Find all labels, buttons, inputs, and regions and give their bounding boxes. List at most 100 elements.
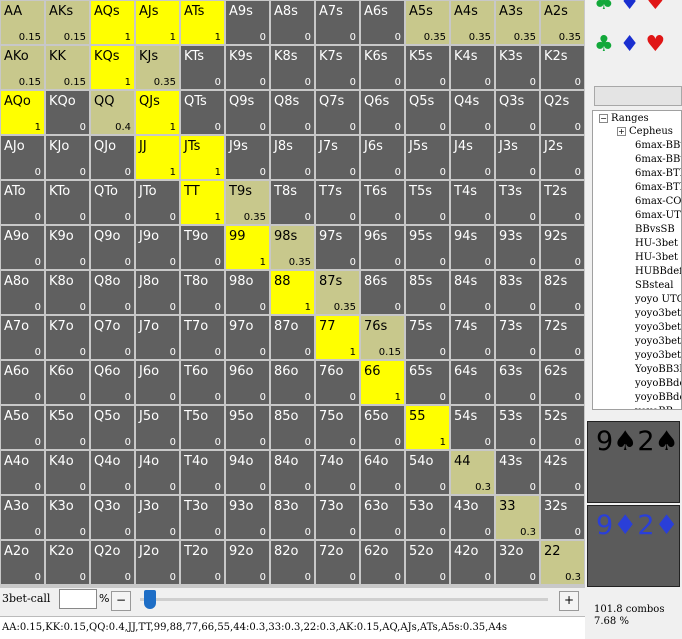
range-cell[interactable]: 82o 0	[271, 541, 314, 584]
range-cell[interactable]: 75s 0	[406, 316, 449, 359]
percent-slider-track[interactable]	[140, 598, 548, 601]
range-cell[interactable]: J2o 0	[136, 541, 179, 584]
suit-row-top[interactable]: ♣ ♦ ♥	[594, 0, 671, 15]
range-cell[interactable]: TT 1	[181, 181, 224, 224]
tree-item[interactable]: yoyoBBde	[635, 391, 681, 404]
range-cell[interactable]: J3s 0	[496, 136, 539, 179]
range-cell[interactable]: 22 0.3	[541, 541, 584, 584]
range-cell[interactable]: AA 0.15	[1, 1, 44, 44]
range-cell[interactable]: QTo 0	[91, 181, 134, 224]
range-cell[interactable]: 98o 0	[226, 271, 269, 314]
range-cell[interactable]: 44 0.3	[451, 451, 494, 494]
range-cell[interactable]: 77 1	[316, 316, 359, 359]
range-cell[interactable]: AQo 1	[1, 91, 44, 134]
range-cell[interactable]: Q8s 0	[271, 91, 314, 134]
tree-item[interactable]: 6max-BTN	[635, 181, 681, 194]
range-cell[interactable]: J7o 0	[136, 316, 179, 359]
range-cell[interactable]: 53o 0	[406, 496, 449, 539]
range-cell[interactable]: Q7o 0	[91, 316, 134, 359]
range-cell[interactable]: T9s 0.35	[226, 181, 269, 224]
range-cell[interactable]: AKo 0.15	[1, 46, 44, 89]
range-cell[interactable]: 74o 0	[316, 451, 359, 494]
range-cell[interactable]: 33 0.3	[496, 496, 539, 539]
range-cell[interactable]: KTo 0	[46, 181, 89, 224]
range-cell[interactable]: J6o 0	[136, 361, 179, 404]
range-cell[interactable]: T4o 0	[181, 451, 224, 494]
range-cell[interactable]: 74s 0	[451, 316, 494, 359]
range-cell[interactable]: J2s 0	[541, 136, 584, 179]
range-cell[interactable]: JJ 1	[136, 136, 179, 179]
range-cell[interactable]: KTs 0	[181, 46, 224, 89]
tree-item[interactable]: 6max-BBv	[635, 139, 681, 152]
range-cell[interactable]: K4o 0	[46, 451, 89, 494]
range-cell[interactable]: T8s 0	[271, 181, 314, 224]
range-cell[interactable]: A2s 0.35	[541, 1, 584, 44]
range-cell[interactable]: T7s 0	[316, 181, 359, 224]
range-cell[interactable]: 32o 0	[496, 541, 539, 584]
range-cell[interactable]: 98s 0.35	[271, 226, 314, 269]
range-cell[interactable]: ATs 1	[181, 1, 224, 44]
range-cell[interactable]: K3s 0	[496, 46, 539, 89]
range-cell[interactable]: 53s 0	[496, 406, 539, 449]
range-cell[interactable]: 82s 0	[541, 271, 584, 314]
range-cell[interactable]: A3o 0	[1, 496, 44, 539]
range-cell[interactable]: A7s 0	[316, 1, 359, 44]
range-cell[interactable]: J4o 0	[136, 451, 179, 494]
range-cell[interactable]: K5o 0	[46, 406, 89, 449]
range-cell[interactable]: T6s 0	[361, 181, 404, 224]
range-cell[interactable]: KQs 1	[91, 46, 134, 89]
diamond-icon[interactable]: ♦	[620, 0, 640, 15]
range-cell[interactable]: ATo 0	[1, 181, 44, 224]
range-cell[interactable]: AKs 0.15	[46, 1, 89, 44]
tree-item[interactable]: yoyoBBde	[635, 377, 681, 390]
range-cell[interactable]: J9s 0	[226, 136, 269, 179]
range-cell[interactable]: K6o 0	[46, 361, 89, 404]
range-cell[interactable]: 65o 0	[361, 406, 404, 449]
range-cell[interactable]: 76o 0	[316, 361, 359, 404]
tree-item[interactable]: HU-3bet	[635, 237, 678, 250]
range-cell[interactable]: 96o 0	[226, 361, 269, 404]
collapse-icon[interactable]: −	[599, 114, 608, 123]
range-cell[interactable]: K5s 0	[406, 46, 449, 89]
range-cell[interactable]: A8s 0	[271, 1, 314, 44]
range-cell[interactable]: A2o 0	[1, 541, 44, 584]
club-icon[interactable]: ♣	[594, 32, 614, 57]
range-cell[interactable]: 63o 0	[361, 496, 404, 539]
range-cell[interactable]: T6o 0	[181, 361, 224, 404]
range-cell[interactable]: Q9s 0	[226, 91, 269, 134]
range-cell[interactable]: KJo 0	[46, 136, 89, 179]
range-cell[interactable]: A4s 0.35	[451, 1, 494, 44]
tree-item[interactable]: yoyo UTG	[635, 293, 681, 306]
range-cell[interactable]: Q7s 0	[316, 91, 359, 134]
range-cell[interactable]: J7s 0	[316, 136, 359, 179]
range-cell[interactable]: J6s 0	[361, 136, 404, 179]
range-cell[interactable]: KJs 0.35	[136, 46, 179, 89]
range-cell[interactable]: 94s 0	[451, 226, 494, 269]
range-cell[interactable]: J8o 0	[136, 271, 179, 314]
range-cell[interactable]: T5s 0	[406, 181, 449, 224]
range-cell[interactable]: 83s 0	[496, 271, 539, 314]
range-cell[interactable]: 63s 0	[496, 361, 539, 404]
range-cell[interactable]: A9s 0	[226, 1, 269, 44]
range-cell[interactable]: K6s 0	[361, 46, 404, 89]
range-cell[interactable]: QJo 0	[91, 136, 134, 179]
range-cell[interactable]: K7o 0	[46, 316, 89, 359]
range-cell[interactable]: 52s 0	[541, 406, 584, 449]
range-cell[interactable]: K9o 0	[46, 226, 89, 269]
range-cell[interactable]: 65s 0	[406, 361, 449, 404]
range-cell[interactable]: T9o 0	[181, 226, 224, 269]
range-cell[interactable]: T2s 0	[541, 181, 584, 224]
range-cell[interactable]: 95o 0	[226, 406, 269, 449]
range-cell[interactable]: JTo 0	[136, 181, 179, 224]
range-cell[interactable]: 72o 0	[316, 541, 359, 584]
range-cell[interactable]: A4o 0	[1, 451, 44, 494]
range-cell[interactable]: A3s 0.35	[496, 1, 539, 44]
range-cell[interactable]: QJs 1	[136, 91, 179, 134]
range-cell[interactable]: 88 1	[271, 271, 314, 314]
range-cell[interactable]: Q4s 0	[451, 91, 494, 134]
club-icon[interactable]: ♣	[594, 0, 614, 15]
range-cell[interactable]: A7o 0	[1, 316, 44, 359]
range-cell[interactable]: 64o 0	[361, 451, 404, 494]
range-cell[interactable]: AJs 1	[136, 1, 179, 44]
tree-item[interactable]: HU-3bet	[635, 251, 678, 264]
